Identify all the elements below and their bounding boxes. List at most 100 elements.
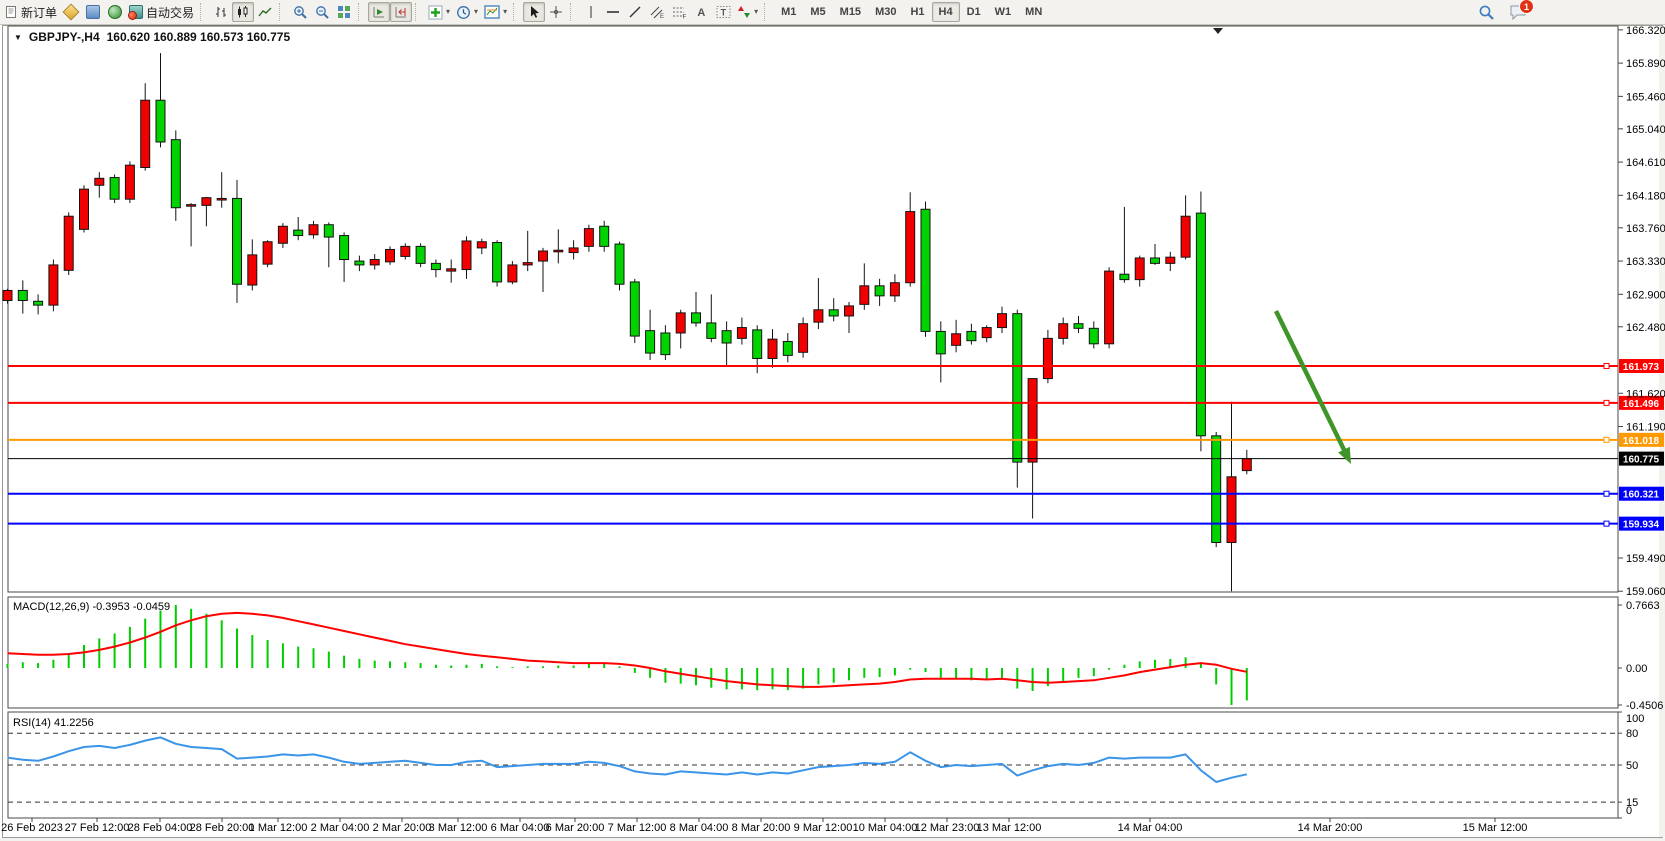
candle-down xyxy=(936,331,945,353)
timeframe-m30-button[interactable]: M30 xyxy=(868,2,903,22)
auto-scroll-button[interactable] xyxy=(368,2,390,22)
rsi-label: RSI(14) 41.2256 xyxy=(13,717,94,729)
date-axis-label: 8 Mar 20:00 xyxy=(732,822,791,834)
candle-down xyxy=(110,178,119,200)
candle-up xyxy=(768,339,777,358)
hline-anchor[interactable] xyxy=(1604,400,1609,405)
date-axis-label: 6 Mar 04:00 xyxy=(491,822,550,834)
crosshair-icon xyxy=(549,5,563,19)
candle-down xyxy=(431,263,440,269)
bars-chart-icon xyxy=(214,5,228,19)
navigator-button[interactable] xyxy=(104,2,126,22)
horizontal-line-button[interactable] xyxy=(602,2,624,22)
templates-button[interactable]: ▾ xyxy=(481,2,510,22)
timeframe-w1-button[interactable]: W1 xyxy=(988,2,1019,22)
svg-text:F: F xyxy=(682,15,686,20)
equidistant-channel-icon: E xyxy=(650,5,665,19)
chat-button[interactable]: 1 xyxy=(1506,2,1530,22)
horizontal-line-icon xyxy=(606,5,620,19)
timeframe-d1-button[interactable]: D1 xyxy=(960,2,988,22)
hline-anchor[interactable] xyxy=(1604,491,1609,496)
price-pane[interactable] xyxy=(8,26,1618,592)
market-watch-icon xyxy=(63,4,80,21)
chevron-down-icon: ▾ xyxy=(754,8,758,16)
date-axis-label: 6 Mar 20:00 xyxy=(546,822,605,834)
toolbar-separator xyxy=(415,3,422,21)
zoom-in-icon xyxy=(293,5,308,20)
timeframe-h1-button[interactable]: H1 xyxy=(903,2,931,22)
candle-up xyxy=(217,198,226,200)
date-axis-label: 13 Mar 12:00 xyxy=(977,822,1042,834)
candle-up xyxy=(523,263,532,265)
timeframe-m5-button[interactable]: M5 xyxy=(803,2,832,22)
crosshair-button[interactable] xyxy=(545,2,567,22)
date-axis-label: 12 Mar 23:00 xyxy=(915,822,980,834)
timeframe-h4-button[interactable]: H4 xyxy=(932,2,960,22)
toolbar-separator xyxy=(513,3,520,21)
candle-down xyxy=(875,286,884,296)
rsi-axis-label: 80 xyxy=(1626,728,1638,740)
candle-up xyxy=(370,260,379,265)
price-axis-label: 161.190 xyxy=(1626,422,1665,434)
candle-up xyxy=(737,328,746,339)
cursor-button[interactable] xyxy=(523,2,545,22)
line-chart-button[interactable] xyxy=(254,2,276,22)
new-order-button[interactable]: 新订单 xyxy=(2,2,60,22)
candle-up xyxy=(1059,324,1068,339)
hline-anchor[interactable] xyxy=(1604,437,1609,442)
candle-up xyxy=(1242,459,1251,471)
trendline-button[interactable] xyxy=(624,2,646,22)
trendline-icon xyxy=(628,5,642,19)
candle-up xyxy=(202,198,211,206)
price-label-161.496: 161.496 xyxy=(1623,399,1660,410)
candle-down xyxy=(340,236,349,260)
timeframe-m15-button[interactable]: M15 xyxy=(833,2,868,22)
market-watch-button[interactable] xyxy=(60,2,82,22)
chevron-down-icon: ▾ xyxy=(474,8,478,16)
tile-windows-button[interactable] xyxy=(333,2,355,22)
candle-up xyxy=(1043,338,1052,378)
vertical-line-button[interactable] xyxy=(580,2,602,22)
search-button[interactable] xyxy=(1475,2,1498,22)
candle-up xyxy=(1166,257,1175,263)
price-axis-label: 166.320 xyxy=(1626,25,1665,37)
window-menu-icon[interactable]: ▼ xyxy=(14,33,22,42)
candle-down xyxy=(1120,274,1129,279)
price-axis-label: 163.760 xyxy=(1626,223,1665,235)
hline-anchor[interactable] xyxy=(1604,521,1609,526)
timeframe-mn-button[interactable]: MN xyxy=(1018,2,1049,22)
equidistant-channel-button[interactable]: E xyxy=(646,2,668,22)
toolbar-separator xyxy=(358,3,365,21)
candlestick-chart-button[interactable] xyxy=(232,2,254,22)
candle-up xyxy=(1227,477,1236,543)
zoom-in-button[interactable] xyxy=(289,2,311,22)
periods-button[interactable]: ▾ xyxy=(453,2,481,22)
text-icon: A xyxy=(694,5,708,19)
candle-down xyxy=(692,313,701,323)
bar-chart-button[interactable] xyxy=(210,2,232,22)
chart-shift-button[interactable] xyxy=(390,2,412,22)
fibonacci-button[interactable]: F xyxy=(668,2,690,22)
price-axis-label: 162.480 xyxy=(1626,322,1665,334)
macd-axis-label: 0.7663 xyxy=(1626,600,1660,612)
auto-trading-button[interactable]: 自动交易 xyxy=(126,2,197,22)
zoom-out-button[interactable] xyxy=(311,2,333,22)
price-axis-label: 163.330 xyxy=(1626,256,1665,268)
timeframe-m1-button[interactable]: M1 xyxy=(774,2,803,22)
hline-anchor[interactable] xyxy=(1604,363,1609,368)
candle-up xyxy=(860,286,869,305)
date-axis-label: 2 Mar 04:00 xyxy=(311,822,370,834)
candle-down xyxy=(630,282,639,336)
indicators-button[interactable]: ▾ xyxy=(425,2,453,22)
data-window-button[interactable] xyxy=(82,2,104,22)
candle-down xyxy=(1151,258,1160,263)
price-axis-label: 165.460 xyxy=(1626,91,1665,103)
chart-canvas[interactable]: 161.973161.496161.018160.775160.321159.9… xyxy=(0,0,1665,841)
candle-down xyxy=(355,261,364,265)
chart-shift-icon xyxy=(394,5,408,19)
text-label-button[interactable]: T xyxy=(712,2,734,22)
candle-up xyxy=(569,248,578,253)
arrows-button[interactable]: ▾ xyxy=(734,2,761,22)
text-button[interactable]: A xyxy=(690,2,712,22)
navigator-icon xyxy=(108,5,122,19)
